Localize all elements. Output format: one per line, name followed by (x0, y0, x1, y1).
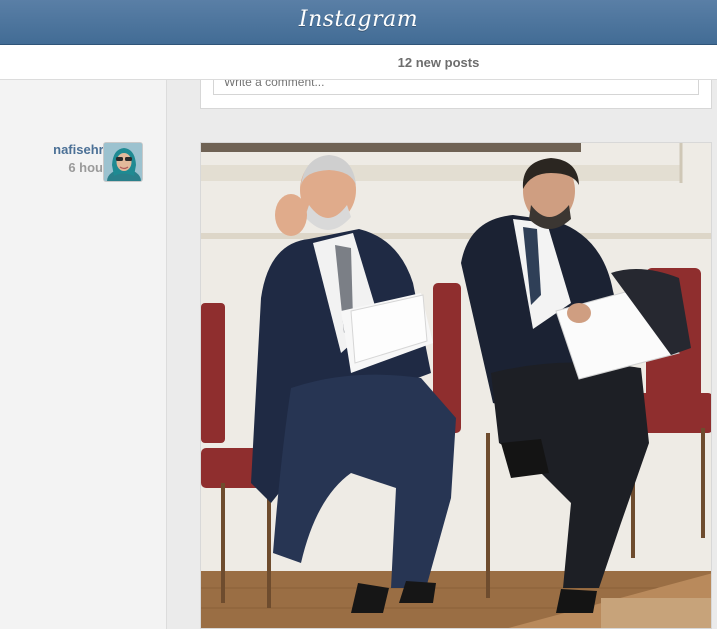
post-photo[interactable] (200, 142, 712, 629)
post-meta-column: nafisehroshan 6 hours ago (0, 45, 167, 629)
avatar-icon (104, 143, 142, 181)
instagram-logo[interactable]: Instagram (0, 7, 717, 32)
photo-image (201, 143, 711, 628)
top-bar: Instagram (0, 0, 717, 45)
author-avatar[interactable] (103, 142, 143, 182)
new-posts-banner[interactable]: 12 new posts (0, 45, 717, 80)
